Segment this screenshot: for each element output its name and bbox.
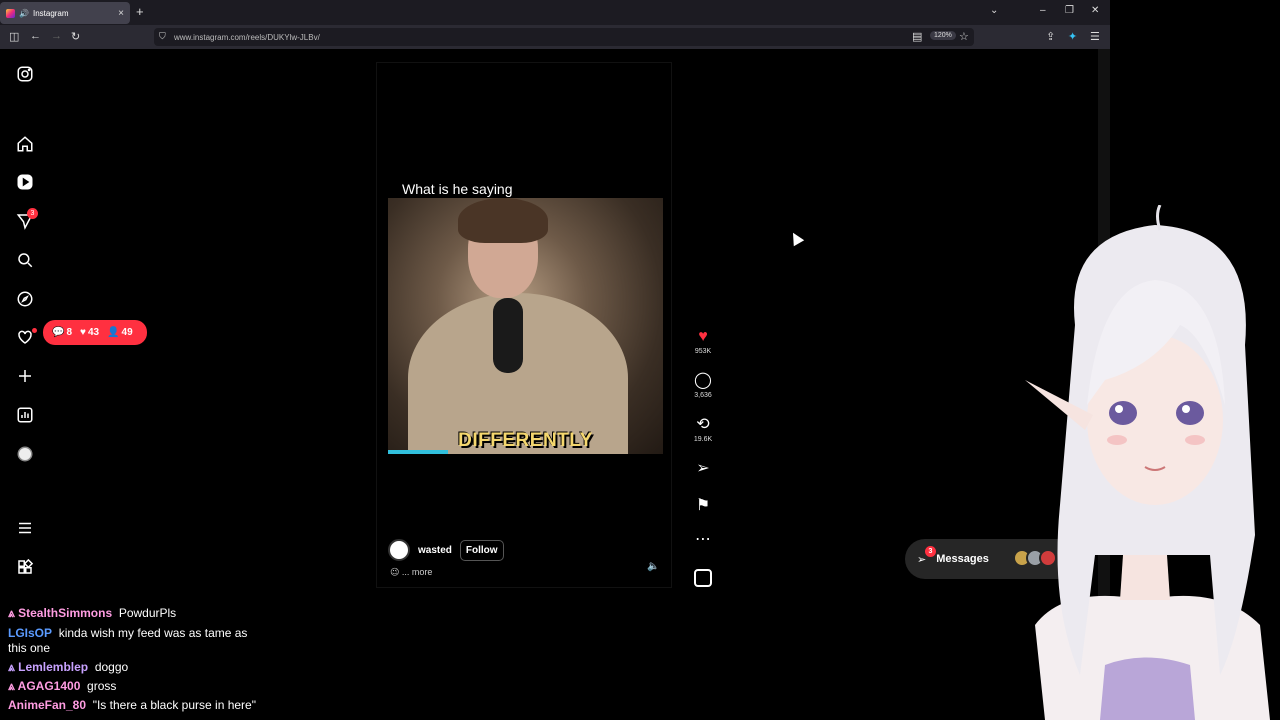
comments-count: 💬 8 — [52, 327, 73, 338]
reels-icon[interactable] — [13, 170, 37, 194]
restore-button[interactable]: ❐ — [1065, 5, 1074, 16]
extensions-icon[interactable]: ⇪ — [1046, 30, 1055, 43]
forward-button[interactable]: → — [51, 30, 62, 42]
chat-text: PowdurPls — [118, 606, 177, 620]
video-microphone — [493, 298, 523, 373]
chat-username: ⩓ Lemlemblep — [8, 660, 89, 674]
comment-action[interactable]: ◯ 3,636 — [690, 372, 716, 399]
more-action[interactable]: ⋯ — [690, 531, 716, 549]
save-action[interactable]: ⚑ — [690, 497, 716, 515]
zoom-level[interactable]: 120% — [930, 31, 956, 40]
comment-icon[interactable]: ◯ — [690, 372, 716, 390]
chat-text: this one — [8, 641, 51, 655]
author-name[interactable]: wasted — [418, 545, 452, 556]
more-options-icon[interactable]: ⋯ — [690, 531, 716, 549]
author-avatar[interactable] — [388, 539, 410, 561]
video-subtitle: DIFFERENTLY — [458, 430, 593, 451]
messages-badge: 3 — [925, 546, 936, 557]
reel-caption: What is he saying — [402, 181, 513, 197]
bookmark-star-icon[interactable]: ☆ — [959, 30, 969, 43]
chat-text: gross — [87, 679, 117, 693]
chat-message-continued: this one — [8, 641, 50, 656]
vtuber-avatar — [1025, 205, 1270, 720]
repost-action[interactable]: ⟲ 19.6K — [690, 416, 716, 443]
chat-message: ⩓ StealthSimmons PowdurPls — [8, 606, 176, 621]
chat-text: kinda wish my feed was as tame as — [58, 626, 248, 640]
repost-count: 19.6K — [693, 436, 713, 443]
video-person-hair — [458, 198, 548, 243]
notifications-pill[interactable]: 💬 8 ♥ 43 👤 49 — [43, 320, 147, 345]
back-button[interactable]: ← — [30, 30, 41, 42]
mute-icon[interactable]: 🔈 — [647, 561, 659, 572]
bookmark-icon[interactable]: ⚑ — [690, 497, 716, 515]
minimize-button[interactable]: – — [1040, 5, 1046, 16]
like-action[interactable]: ♥ 953K — [690, 328, 716, 355]
repost-icon[interactable]: ⟲ — [690, 416, 716, 434]
close-window-button[interactable]: ✕ — [1091, 5, 1099, 16]
search-icon[interactable] — [13, 248, 37, 272]
chat-message: ⩓ Lemlemblep doggo — [8, 660, 128, 675]
reel-player[interactable]: What is he saying DIFFERENTLY wasted Fol… — [376, 62, 672, 588]
url-text: www.instagram.com/reels/DUKYlw-JLBv/ — [174, 32, 320, 42]
direct-badge: 3 — [27, 208, 38, 219]
audio-avatar-icon[interactable] — [694, 569, 712, 587]
tab-close-icon[interactable]: × — [118, 8, 124, 19]
reel-video-frame[interactable]: DIFFERENTLY — [388, 198, 663, 454]
stream-chat: ⩓ StealthSimmons PowdurPls LGIsOP kinda … — [0, 600, 1000, 720]
more-menu-icon[interactable] — [13, 516, 37, 540]
follows-count: 👤 49 — [107, 327, 133, 338]
dashboard-icon[interactable] — [13, 403, 37, 427]
reel-description[interactable]: 😉 ... more — [390, 567, 432, 578]
comment-count: 3,636 — [694, 392, 712, 399]
share-action[interactable]: ➢ — [690, 460, 716, 478]
profile-avatar[interactable] — [13, 442, 37, 466]
extension-icon[interactable]: ✦ — [1068, 30, 1077, 43]
create-icon[interactable] — [13, 364, 37, 388]
new-tab-button[interactable]: + — [136, 4, 144, 19]
chat-message: AnimeFan_80 "Is there a black purse in h… — [8, 698, 256, 713]
messages-send-icon: ➢ — [917, 553, 927, 566]
audio-action[interactable] — [690, 569, 716, 592]
like-count: 953K — [694, 348, 712, 355]
reel-author-row: wasted Follow — [388, 539, 504, 561]
also-from-meta-icon[interactable] — [13, 555, 37, 579]
home-icon[interactable] — [13, 132, 37, 156]
explore-icon[interactable] — [13, 287, 37, 311]
notification-dot — [32, 328, 37, 333]
menu-icon[interactable]: ☰ — [1090, 30, 1100, 43]
instagram-favicon-icon — [6, 8, 15, 18]
chat-text: doggo — [94, 660, 129, 674]
messages-label: Messages — [936, 553, 989, 565]
reload-button[interactable]: ↻ — [71, 30, 80, 43]
chat-message: ⩓ AGAG1400 gross — [8, 679, 116, 694]
share-icon[interactable]: ➢ — [690, 460, 716, 478]
chat-text: "Is there a black purse in here" — [92, 698, 256, 712]
list-tabs-icon[interactable]: ⌄ — [990, 5, 998, 16]
tab-instagram[interactable]: 🔊 Instagram × — [0, 2, 130, 24]
shield-icon[interactable]: ⛉ — [159, 31, 166, 42]
sidebar-toggle-icon[interactable]: ◫ — [9, 30, 19, 43]
browser-tab-bar: 🔊 Instagram × + ⌄ – ❐ ✕ — [0, 0, 1110, 25]
heart-icon[interactable]: ♥ — [690, 328, 716, 346]
instagram-logo-icon[interactable] — [13, 62, 37, 86]
url-bar[interactable]: ⛉ www.instagram.com/reels/DUKYlw-JLBv/ — [154, 28, 974, 46]
speaker-icon[interactable]: 🔊 — [19, 9, 29, 18]
likes-count: ♥ 43 — [80, 327, 100, 338]
tab-title: Instagram — [32, 8, 69, 18]
instagram-sidebar: 3 — [0, 49, 50, 600]
reader-view-icon[interactable]: ▤ — [912, 30, 922, 43]
follow-button[interactable]: Follow — [459, 539, 504, 561]
chat-username: ⩓ AGAG1400 — [8, 679, 81, 693]
subtitle-underline — [388, 450, 448, 454]
chat-username: AnimeFan_80 — [8, 698, 87, 712]
instagram-page: 3 💬 8 ♥ 43 👤 49 What is he saying DIFFER… — [0, 49, 1110, 600]
chat-message: LGIsOP kinda wish my feed was as tame as — [8, 626, 247, 641]
chat-username: LGIsOP — [8, 626, 53, 640]
chat-username: ⩓ StealthSimmons — [8, 606, 113, 620]
